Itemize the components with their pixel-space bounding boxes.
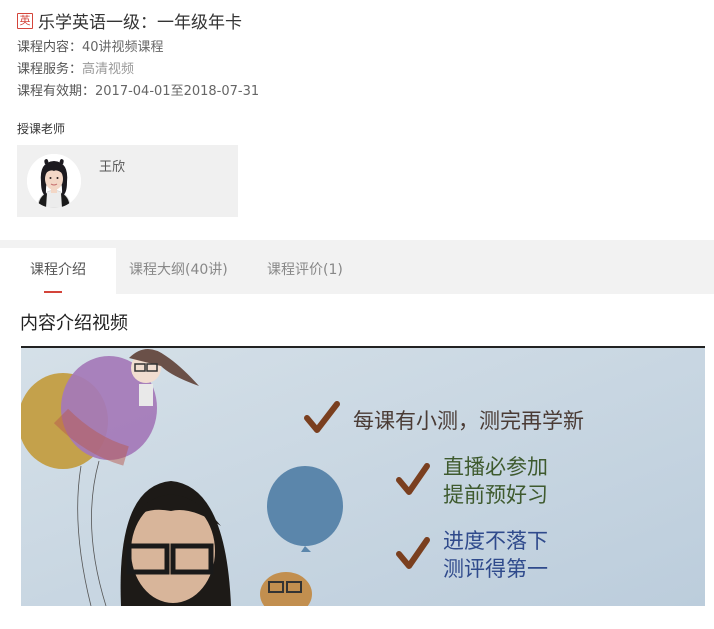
course-content-info: 课程内容：40讲视频课程 [17, 36, 164, 55]
course-validity-value: 2017-04-01至2018-07-31 [95, 84, 260, 99]
teacher-name[interactable]: 王欣 [99, 156, 125, 175]
video-line-3: 提前预好习 [443, 483, 548, 507]
course-validity-info: 课程有效期：2017-04-01至2018-07-31 [17, 80, 259, 99]
teacher-portrait-image [27, 154, 81, 208]
course-service-info: 课程服务：高清视频 [17, 58, 134, 77]
intro-video-player[interactable]: 每课有小测，测完再学新 直播必参加 提前预好习 进度不落下 测评得第一 [21, 346, 705, 606]
intro-video-heading: 内容介绍视频 [20, 313, 128, 334]
subject-badge-icon: 英 [17, 12, 33, 29]
video-line-2: 直播必参加 [443, 455, 548, 479]
course-title: 乐学英语一级：一年级年卡 [38, 13, 242, 33]
intro-video-frame: 每课有小测，测完再学新 直播必参加 提前预好习 进度不落下 测评得第一 [21, 346, 705, 606]
teacher-card[interactable]: 王欣 [17, 145, 238, 217]
course-tabs: 课程介绍 课程大纲(40讲) 课程评价(1) [0, 240, 714, 294]
active-tab-indicator [44, 291, 62, 293]
tab-course-outline[interactable]: 课程大纲(40讲) [129, 248, 228, 294]
teacher-avatar[interactable] [27, 154, 81, 208]
tab-course-intro[interactable]: 课程介绍 [0, 248, 116, 294]
video-line-4: 进度不落下 [443, 529, 548, 553]
teacher-section-heading: 授课老师 [17, 122, 66, 136]
video-line-1: 每课有小测，测完再学新 [353, 409, 584, 433]
course-content-label: 课程内容： [17, 40, 83, 55]
course-validity-label: 课程有效期： [17, 84, 96, 99]
course-service-label: 课程服务： [17, 62, 83, 77]
course-content-value: 40讲视频课程 [82, 40, 164, 55]
course-title-row: 英 乐学英语一级：一年级年卡 [17, 8, 242, 33]
video-line-5: 测评得第一 [443, 557, 548, 581]
tab-course-reviews[interactable]: 课程评价(1) [267, 248, 343, 294]
course-service-value: 高清视频 [82, 62, 135, 77]
course-detail-page: 英 乐学英语一级：一年级年卡 课程内容：40讲视频课程 课程服务：高清视频 课程… [0, 0, 714, 629]
